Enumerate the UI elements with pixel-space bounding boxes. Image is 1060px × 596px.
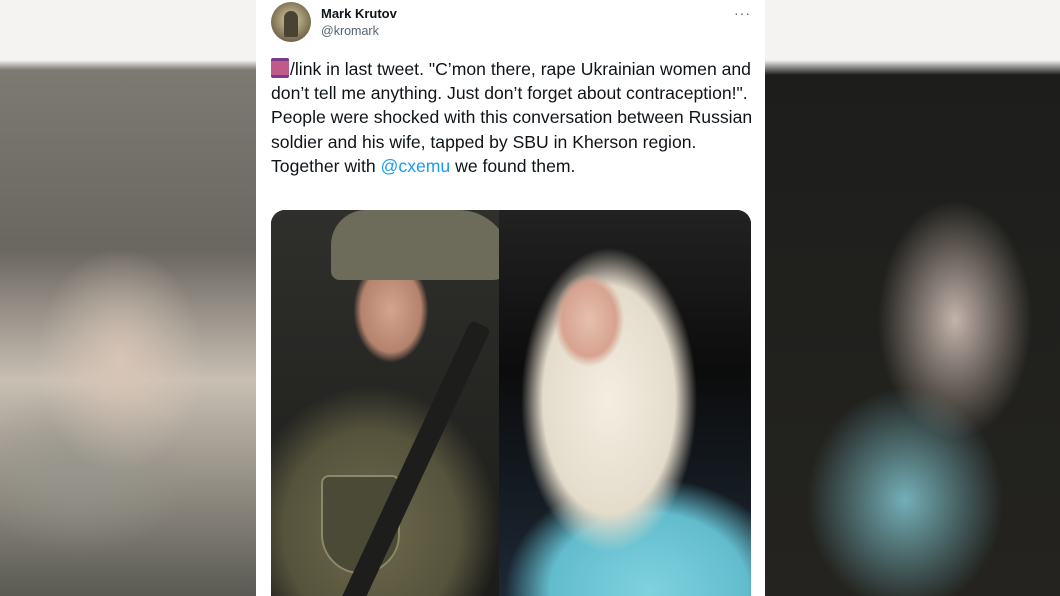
tweet-text: /link in last tweet. "C’mon there, rape … (271, 57, 756, 178)
more-options-icon[interactable]: ··· (734, 5, 751, 21)
blurred-background-left (0, 0, 256, 596)
avatar-figure (284, 11, 298, 37)
author-name[interactable]: Mark Krutov (321, 6, 397, 21)
blurred-background-right (765, 0, 1060, 596)
mention-link[interactable]: @cxemu (381, 156, 451, 176)
author-handle[interactable]: @kromark (321, 24, 379, 38)
tweet-card: Mark Krutov @kromark ··· /link in last t… (256, 0, 765, 596)
tweet-photo[interactable] (271, 210, 751, 596)
tweet-text-end: we found them. (450, 155, 576, 176)
avatar[interactable] (271, 2, 311, 42)
thread-spool-icon (271, 58, 289, 78)
photo-woman (499, 210, 751, 596)
photo-cap (331, 210, 511, 280)
